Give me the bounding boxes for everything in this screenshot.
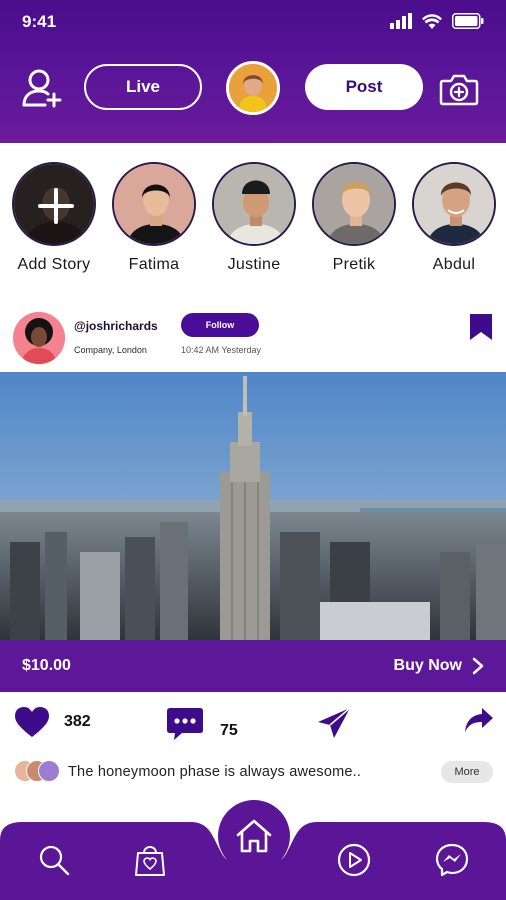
top-bar: Live Post (0, 60, 506, 116)
story-name: Justine (227, 256, 281, 273)
nav-shop[interactable] (132, 842, 168, 878)
stories-row: Add Story Fatima Justine Pretik Abdul (0, 162, 506, 282)
status-time: 9:41 (22, 12, 57, 31)
nav-home[interactable] (218, 800, 290, 872)
caption-text: The honeymoon phase is always awesome.. (68, 764, 362, 780)
story-justine[interactable]: Justine (204, 162, 304, 274)
like-action[interactable]: 382 (14, 706, 91, 738)
app-header: 9:41 Live Post (0, 0, 506, 143)
post-image[interactable] (0, 372, 506, 640)
battery-icon (452, 13, 484, 29)
messenger-icon (435, 843, 469, 877)
heart-icon (15, 707, 49, 737)
wifi-icon (422, 13, 442, 29)
status-icons (390, 13, 484, 29)
nav-messages[interactable] (434, 842, 470, 878)
add-story-avatar (12, 162, 96, 246)
add-friend-button[interactable] (20, 66, 64, 110)
profile-photo (229, 64, 277, 112)
comment-count: 75 (220, 722, 238, 739)
post-actions: 382 75 (0, 700, 506, 748)
bottom-nav (0, 800, 506, 900)
buy-now-button[interactable]: Buy Now (394, 657, 484, 675)
home-icon (236, 819, 272, 853)
story-name: Add Story (17, 256, 91, 273)
author-avatar[interactable] (13, 312, 65, 364)
search-icon (39, 845, 70, 876)
mini-avatar (38, 760, 60, 782)
nav-videos[interactable] (336, 842, 372, 878)
story-avatar (312, 162, 396, 246)
send-icon (318, 707, 351, 738)
story-name: Abdul (432, 256, 476, 273)
post-button[interactable]: Post (305, 64, 423, 110)
live-button[interactable]: Live (84, 64, 202, 110)
story-avatar (412, 162, 496, 246)
like-count: 382 (64, 713, 91, 730)
price: $10.00 (22, 657, 71, 674)
camera-icon (439, 74, 479, 106)
story-pretik[interactable]: Pretik (304, 162, 404, 274)
bookmark-icon (470, 314, 492, 340)
buy-now-label: Buy Now (393, 657, 462, 674)
post-time: 10:42 AM Yesterday (181, 345, 262, 355)
story-avatar (212, 162, 296, 246)
signal-icon (390, 13, 412, 29)
comment-icon (167, 708, 203, 740)
post-caption: The honeymoon phase is always awesome.. … (0, 756, 506, 788)
story-fatima[interactable]: Fatima (104, 162, 204, 274)
send-action[interactable] (316, 706, 352, 740)
story-abdul[interactable]: Abdul (404, 162, 504, 274)
story-add[interactable]: Add Story (4, 162, 104, 274)
chevron-right-icon (472, 657, 484, 675)
more-button[interactable]: More (441, 761, 493, 783)
profile-avatar[interactable] (226, 61, 280, 115)
story-name: Pretik (332, 256, 376, 273)
bookmark-button[interactable] (468, 312, 494, 342)
shopping-bag-icon (135, 846, 165, 876)
nav-search[interactable] (36, 842, 72, 878)
story-name: Fatima (128, 256, 180, 273)
comment-action[interactable]: 75 (166, 706, 238, 742)
city-skyline-photo (0, 372, 506, 640)
author-location: Company, London (74, 345, 147, 355)
add-user-icon (22, 69, 62, 108)
liked-by-avatars[interactable] (14, 760, 64, 784)
author-handle[interactable]: @joshrichards (74, 319, 158, 333)
play-icon (337, 843, 371, 877)
camera-button[interactable] (438, 68, 480, 110)
post-header: @joshrichards Follow Company, London 10:… (0, 308, 506, 368)
buy-bar: $10.00 Buy Now (0, 640, 506, 692)
share-action[interactable] (464, 706, 494, 734)
story-avatar (112, 162, 196, 246)
share-icon (465, 708, 493, 732)
follow-button[interactable]: Follow (181, 313, 259, 337)
